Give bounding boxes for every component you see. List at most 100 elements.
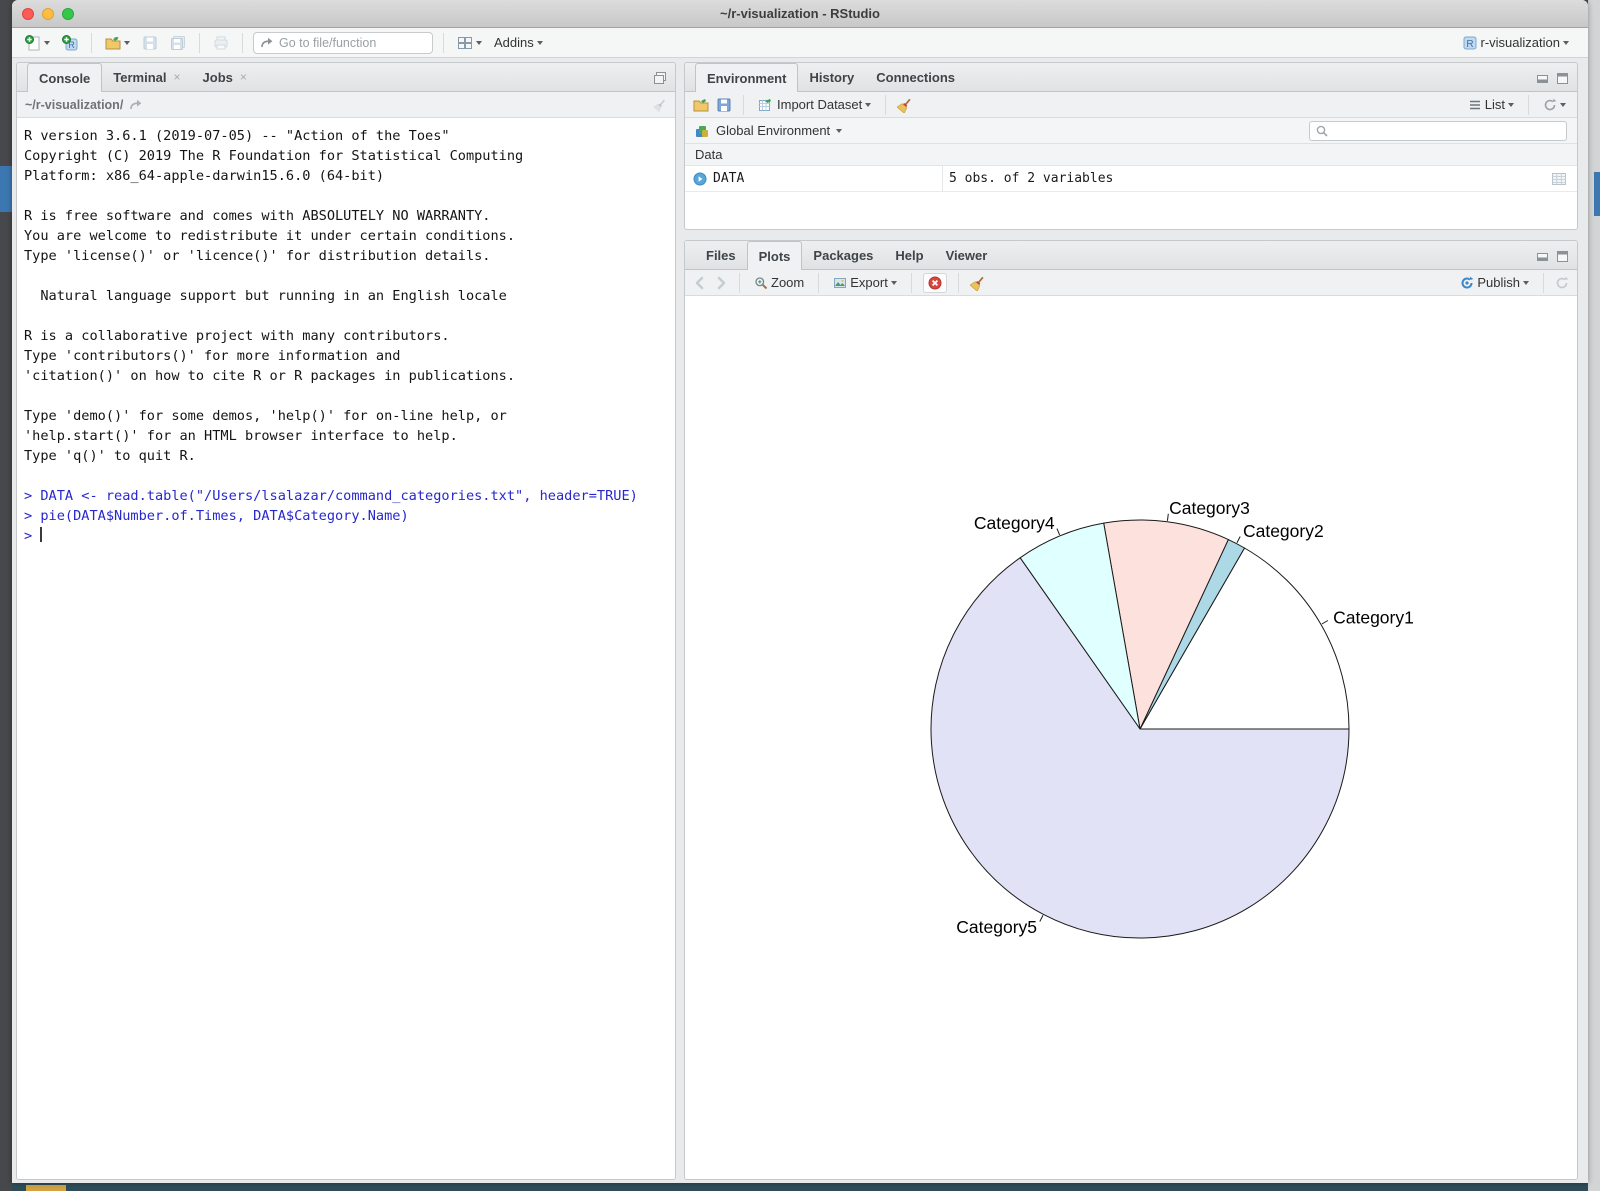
goto-file-input[interactable] xyxy=(279,36,419,50)
save-workspace-icon[interactable] xyxy=(716,97,732,113)
tab-console-label: Console xyxy=(39,71,90,86)
publish-plot-button[interactable]: Publish xyxy=(1457,273,1532,292)
next-plot-arrow-icon xyxy=(714,276,728,290)
project-selector-button[interactable]: R r-visualization xyxy=(1459,33,1572,53)
import-dataset-label: Import Dataset xyxy=(777,97,862,112)
toolbar-separator xyxy=(443,33,444,53)
console-line xyxy=(24,466,675,486)
clear-console-broom-icon[interactable] xyxy=(653,98,667,112)
tab-terminal-label: Terminal xyxy=(113,70,166,85)
console-line: > pie(DATA$Number.of.Times, DATA$Categor… xyxy=(24,506,675,526)
expand-object-icon[interactable] xyxy=(693,172,707,186)
publish-plot-label: Publish xyxy=(1477,275,1520,290)
toolbar-separator xyxy=(818,273,819,293)
new-project-button[interactable]: R xyxy=(59,33,81,53)
console-line: R is a collaborative project with many c… xyxy=(24,326,675,346)
chevron-down-icon[interactable] xyxy=(836,129,842,133)
close-icon[interactable]: × xyxy=(174,71,181,83)
list-view-button[interactable]: List xyxy=(1465,95,1517,114)
toolbar-separator xyxy=(91,33,92,53)
save-icon-disabled xyxy=(142,35,158,51)
window-title: ~/r-visualization - RStudio xyxy=(12,6,1588,21)
load-workspace-folder-icon[interactable] xyxy=(693,97,709,113)
save-all-icon-disabled xyxy=(170,35,186,51)
pie-label-Category1: Category1 xyxy=(1333,608,1414,628)
plots-pane: Files Plots Packages Help Viewer xyxy=(684,240,1578,1180)
tab-help-label: Help xyxy=(895,248,923,263)
workspace: Console Terminal × Jobs × ~/r-visu xyxy=(12,58,1588,1183)
clear-environment-broom-icon[interactable] xyxy=(897,97,913,113)
tab-environment-label: Environment xyxy=(707,71,786,86)
zoom-window-button[interactable] xyxy=(62,8,74,20)
list-view-label: List xyxy=(1485,97,1505,112)
chevron-down-icon xyxy=(891,281,897,285)
zoom-plot-button[interactable]: Zoom xyxy=(751,273,807,292)
environment-search-input[interactable] xyxy=(1329,124,1561,138)
console-line: 'help.start()' for an HTML browser inter… xyxy=(24,426,675,446)
list-icon xyxy=(1468,98,1482,112)
clear-all-plots-broom-icon[interactable] xyxy=(970,275,986,291)
console-line xyxy=(24,266,675,286)
toolbar-separator xyxy=(911,273,912,293)
new-file-icon xyxy=(25,35,41,51)
refresh-icon xyxy=(1543,98,1557,112)
pane-layout-icon[interactable] xyxy=(653,71,667,85)
chevron-down-icon xyxy=(1508,103,1514,107)
tab-environment[interactable]: Environment xyxy=(695,63,798,92)
maximize-pane-icon[interactable] xyxy=(1555,71,1569,85)
goto-file-search[interactable] xyxy=(253,32,433,54)
pie-label-tick xyxy=(1322,621,1328,625)
export-plot-button[interactable]: Export xyxy=(830,273,900,292)
environment-scope-label: Global Environment xyxy=(716,123,830,138)
tab-files[interactable]: Files xyxy=(695,241,747,269)
minimize-pane-icon[interactable] xyxy=(1536,71,1550,85)
remove-plot-button[interactable] xyxy=(923,273,947,293)
pane-layout-button[interactable] xyxy=(454,33,485,53)
working-directory-label: ~/r-visualization/ xyxy=(25,98,123,112)
pie-label-tick xyxy=(1057,529,1060,535)
open-file-button[interactable] xyxy=(102,33,133,53)
background-window-edge-right xyxy=(1588,0,1600,1191)
console-line: Platform: x86_64-apple-darwin15.6.0 (64-… xyxy=(24,166,675,186)
export-image-icon xyxy=(833,276,847,290)
tab-packages[interactable]: Packages xyxy=(802,241,884,269)
close-icon[interactable]: × xyxy=(240,71,247,83)
addins-button[interactable]: Addins xyxy=(491,33,546,52)
new-file-button[interactable] xyxy=(22,33,53,53)
tab-history[interactable]: History xyxy=(798,63,865,91)
previous-plot-arrow-icon xyxy=(693,276,707,290)
console-line: Type 'q()' to quit R. xyxy=(24,446,675,466)
console-line: Copyright (C) 2019 The R Foundation for … xyxy=(24,146,675,166)
global-environment-icon xyxy=(694,123,710,139)
environment-search[interactable] xyxy=(1309,121,1567,141)
pie-label-Category3: Category3 xyxy=(1169,498,1250,518)
table-row[interactable]: DATA 5 obs. of 2 variables xyxy=(685,166,1577,192)
tab-plots[interactable]: Plots xyxy=(747,241,803,270)
view-table-icon[interactable] xyxy=(1551,171,1567,187)
console-line xyxy=(24,186,675,206)
tab-terminal[interactable]: Terminal × xyxy=(102,63,191,91)
tab-viewer[interactable]: Viewer xyxy=(935,241,999,269)
tab-help[interactable]: Help xyxy=(884,241,934,269)
tab-jobs[interactable]: Jobs × xyxy=(192,63,258,91)
chevron-down-icon xyxy=(1563,41,1569,45)
tab-console[interactable]: Console xyxy=(27,63,102,92)
refresh-plot-icon[interactable] xyxy=(1555,276,1569,290)
panes-grid-icon xyxy=(457,35,473,51)
console-line: R version 3.6.1 (2019-07-05) -- "Action … xyxy=(24,126,675,146)
minimize-pane-icon[interactable] xyxy=(1536,249,1550,263)
maximize-pane-icon[interactable] xyxy=(1555,249,1569,263)
tab-connections[interactable]: Connections xyxy=(865,63,966,91)
close-window-button[interactable] xyxy=(22,8,34,20)
console-line: Type 'demo()' for some demos, 'help()' f… xyxy=(24,406,675,426)
toolbar-separator xyxy=(1528,95,1529,115)
goto-directory-arrow-icon[interactable] xyxy=(129,98,143,112)
tab-connections-label: Connections xyxy=(876,70,955,85)
minimize-window-button[interactable] xyxy=(42,8,54,20)
refresh-environment-button[interactable] xyxy=(1540,96,1569,114)
import-dataset-button[interactable]: Import Dataset xyxy=(755,95,874,115)
tab-viewer-label: Viewer xyxy=(946,248,988,263)
export-plot-label: Export xyxy=(850,275,888,290)
new-project-icon: R xyxy=(62,35,78,51)
console-output[interactable]: R version 3.6.1 (2019-07-05) -- "Action … xyxy=(17,118,675,1179)
